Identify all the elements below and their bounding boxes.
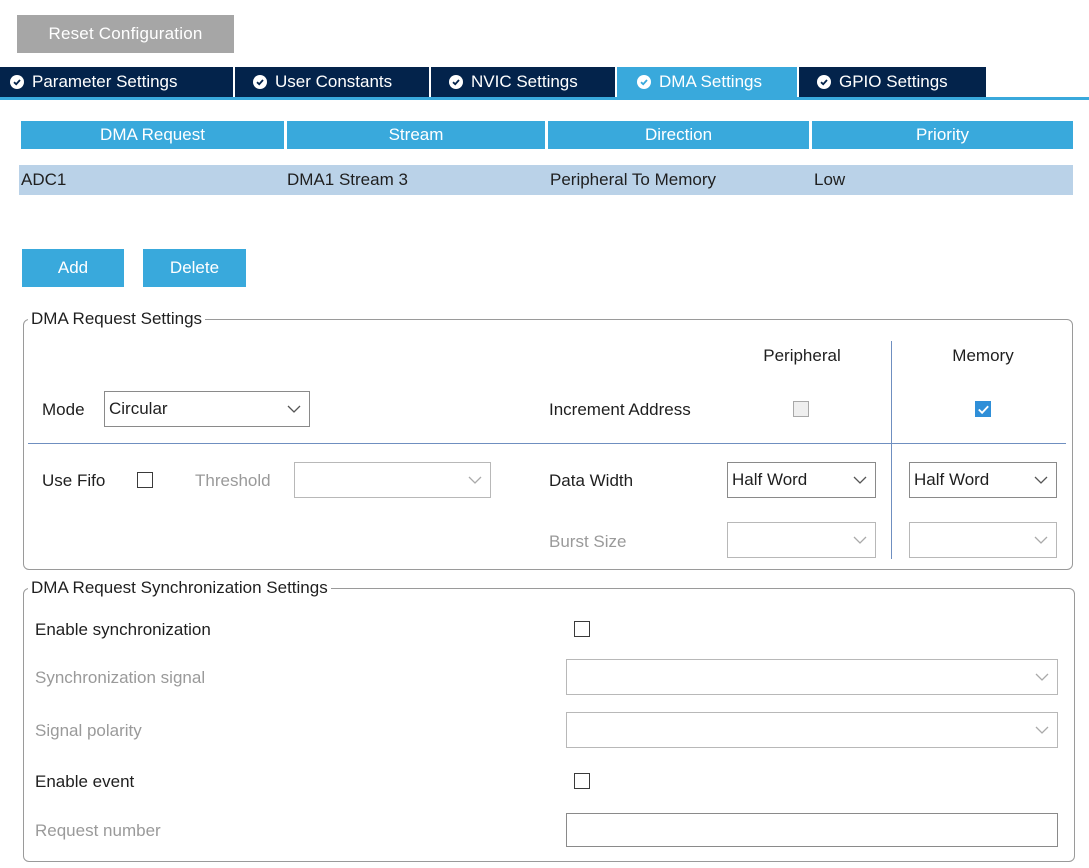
tab-bar: Parameter Settings User Constants NVIC S… — [0, 67, 986, 98]
peripheral-burst-size-select[interactable] — [727, 522, 876, 558]
mode-select[interactable]: Circular — [104, 391, 310, 427]
chevron-down-icon — [1034, 536, 1048, 544]
tab-label: GPIO Settings — [839, 72, 948, 91]
peripheral-data-width-value: Half Word — [732, 470, 808, 489]
memory-data-width-value: Half Word — [914, 470, 990, 489]
tab-label: Parameter Settings — [32, 72, 178, 91]
column-header-dma-request[interactable]: DMA Request — [21, 121, 284, 149]
chevron-down-icon — [853, 536, 867, 544]
memory-burst-size-select[interactable] — [909, 522, 1057, 558]
synchronization-signal-label: Synchronization signal — [35, 668, 206, 687]
check-circle-icon — [10, 75, 24, 89]
group-title: DMA Request Settings — [28, 309, 206, 329]
increment-address-label: Increment Address — [549, 400, 691, 419]
tab-gpio-settings[interactable]: GPIO Settings — [799, 67, 986, 97]
column-header-stream[interactable]: Stream — [287, 121, 545, 149]
use-fifo-checkbox[interactable] — [137, 472, 153, 488]
check-circle-icon — [253, 75, 267, 89]
group-title: DMA Request Synchronization Settings — [28, 578, 331, 598]
chevron-down-icon — [1035, 673, 1049, 681]
threshold-label: Threshold — [195, 471, 271, 490]
table-cell-direction: Peripheral To Memory — [550, 170, 716, 189]
tab-dma-settings[interactable]: DMA Settings — [617, 67, 799, 97]
memory-increment-checkbox[interactable] — [975, 401, 991, 417]
chevron-down-icon — [1035, 726, 1049, 734]
use-fifo-label: Use Fifo — [42, 471, 106, 490]
tab-label: User Constants — [275, 72, 393, 91]
column-header-priority[interactable]: Priority — [812, 121, 1073, 149]
memory-data-width-select[interactable]: Half Word — [909, 462, 1057, 498]
section-divider — [28, 443, 1066, 444]
peripheral-increment-checkbox[interactable] — [793, 401, 809, 417]
chevron-down-icon — [287, 405, 301, 413]
add-button[interactable]: Add — [22, 249, 124, 287]
table-cell-stream: DMA1 Stream 3 — [287, 170, 408, 189]
column-divider — [891, 341, 892, 559]
enable-event-checkbox[interactable] — [574, 773, 590, 789]
tab-parameter-settings[interactable]: Parameter Settings — [0, 67, 235, 97]
chevron-down-icon — [1034, 476, 1048, 484]
memory-column-header: Memory — [952, 346, 1014, 365]
column-header-direction[interactable]: Direction — [548, 121, 809, 149]
checkmark-icon — [978, 405, 989, 415]
threshold-select[interactable] — [294, 462, 491, 498]
table-cell-priority: Low — [814, 170, 846, 189]
enable-event-label: Enable event — [35, 772, 135, 791]
check-circle-icon — [637, 75, 651, 89]
delete-button[interactable]: Delete — [143, 249, 246, 287]
enable-synchronization-label: Enable synchronization — [35, 620, 211, 639]
tab-user-constants[interactable]: User Constants — [235, 67, 431, 97]
data-width-label: Data Width — [549, 471, 634, 490]
tab-nvic-settings[interactable]: NVIC Settings — [431, 67, 617, 97]
reset-configuration-button[interactable]: Reset Configuration — [17, 15, 234, 53]
signal-polarity-label: Signal polarity — [35, 721, 142, 740]
peripheral-column-header: Peripheral — [763, 346, 841, 365]
tab-underline — [0, 97, 1089, 100]
enable-synchronization-checkbox[interactable] — [574, 621, 590, 637]
chevron-down-icon — [468, 476, 482, 484]
synchronization-signal-select[interactable] — [566, 659, 1058, 695]
tab-label: NVIC Settings — [471, 72, 578, 91]
request-number-label: Request number — [35, 821, 161, 840]
tab-label: DMA Settings — [659, 72, 762, 91]
table-cell-dma-request: ADC1 — [21, 170, 67, 189]
mode-value: Circular — [109, 399, 168, 418]
check-circle-icon — [817, 75, 831, 89]
chevron-down-icon — [853, 476, 867, 484]
request-number-input[interactable] — [566, 813, 1058, 847]
burst-size-label: Burst Size — [549, 532, 627, 551]
mode-label: Mode — [42, 400, 85, 419]
peripheral-data-width-select[interactable]: Half Word — [727, 462, 876, 498]
check-circle-icon — [449, 75, 463, 89]
signal-polarity-select[interactable] — [566, 712, 1058, 748]
